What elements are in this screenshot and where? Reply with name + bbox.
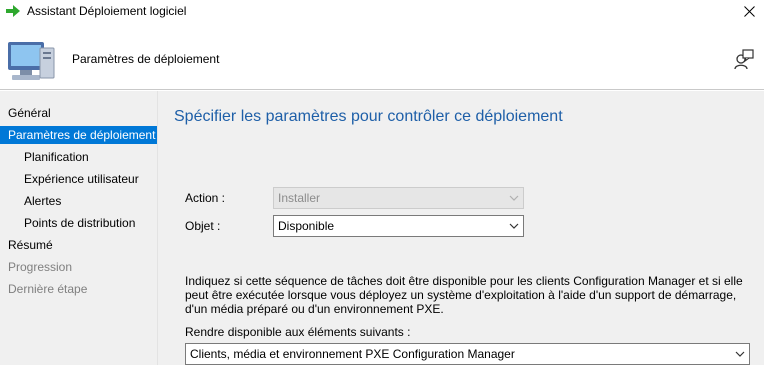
wizard-header: Paramètres de déploiement <box>0 24 764 90</box>
purpose-dropdown-value: Disponible <box>278 219 335 233</box>
close-icon <box>743 5 755 17</box>
computer-icon <box>8 42 55 80</box>
green-arrow-icon <box>6 5 20 17</box>
availability-dropdown[interactable]: Clients, média et environnement PXE Conf… <box>185 343 750 365</box>
page-title: Spécifier les paramètres pour contrôler … <box>174 108 563 125</box>
nav-item-progress: Progression <box>8 260 73 274</box>
page-header-title: Paramètres de déploiement <box>72 52 220 66</box>
chevron-down-icon <box>735 351 745 357</box>
action-dropdown: Installer <box>273 187 524 209</box>
purpose-dropdown[interactable]: Disponible <box>273 215 524 237</box>
nav-item-deployment-settings[interactable]: Paramètres de déploiement <box>0 126 157 144</box>
title-bar: Assistant Déploiement logiciel <box>0 0 764 24</box>
action-dropdown-value: Installer <box>278 191 321 205</box>
window-title: Assistant Déploiement logiciel <box>27 4 187 18</box>
availability-description: Indiquez si cette séquence de tâches doi… <box>185 274 743 316</box>
nav-item-scheduling[interactable]: Planification <box>24 148 89 166</box>
chevron-down-icon <box>509 195 519 201</box>
nav-item-general[interactable]: Général <box>8 104 51 122</box>
purpose-label: Objet : <box>185 219 221 233</box>
availability-dropdown-value: Clients, média et environnement PXE Conf… <box>190 347 515 361</box>
nav-item-alerts[interactable]: Alertes <box>24 192 61 210</box>
nav-item-distribution-points[interactable]: Points de distribution <box>24 214 135 232</box>
chevron-down-icon <box>509 223 519 229</box>
nav-item-completion: Dernière étape <box>8 282 88 296</box>
action-label: Action : <box>185 191 226 205</box>
wizard-navigation: Général Paramètres de déploiement Planif… <box>0 91 157 365</box>
main-panel: Spécifier les paramètres pour contrôler … <box>157 91 764 365</box>
availability-label: Rendre disponible aux éléments suivants … <box>185 325 411 339</box>
nav-item-summary[interactable]: Résumé <box>8 236 53 254</box>
user-help-icon[interactable] <box>733 48 755 70</box>
nav-item-user-experience[interactable]: Expérience utilisateur <box>24 170 139 188</box>
close-button[interactable] <box>734 0 764 22</box>
